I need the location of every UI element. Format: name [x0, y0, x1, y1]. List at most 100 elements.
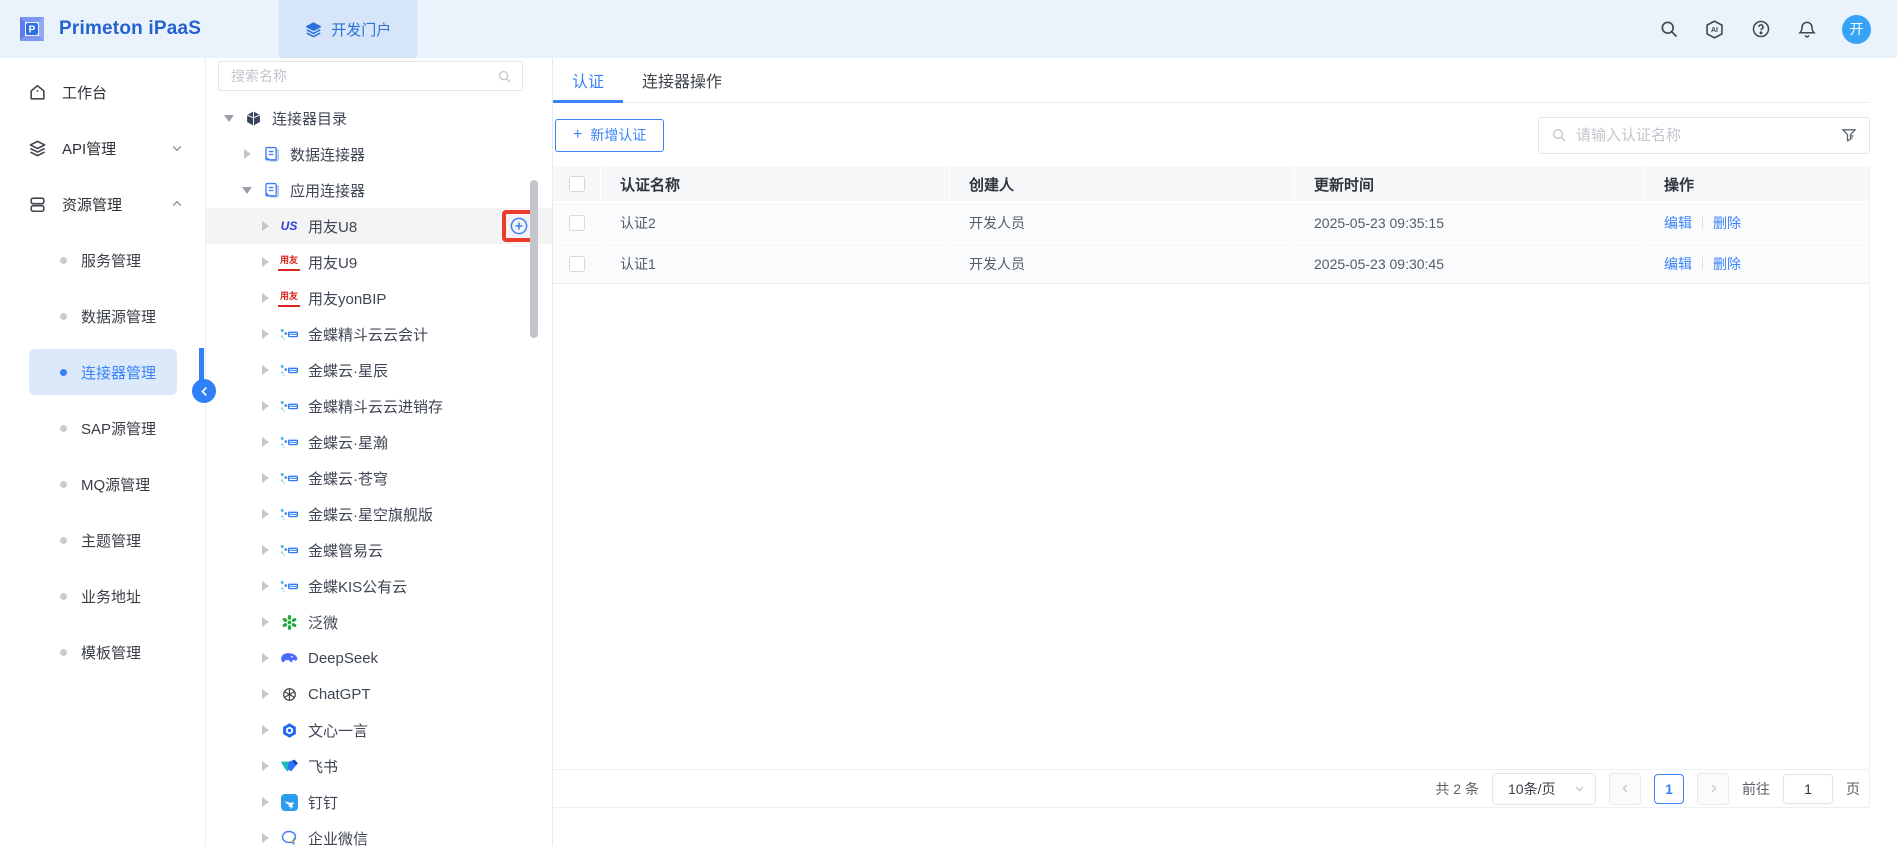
tree-item-kingdee-jinxiaocun[interactable]: 金蝶精斗云云进销存: [206, 388, 552, 424]
sidebar-item-business-address[interactable]: 业务地址: [0, 568, 205, 624]
delete-link[interactable]: 删除: [1713, 213, 1741, 233]
delete-link[interactable]: 删除: [1713, 254, 1741, 274]
goto-page-input[interactable]: [1783, 774, 1833, 804]
column-header-creator: 创建人: [950, 167, 1295, 201]
row-checkbox[interactable]: [569, 256, 585, 272]
tab-authentication[interactable]: 认证: [553, 58, 623, 102]
tab-dev-portal-label: 开发门户: [331, 19, 391, 40]
chevron-collapsed-icon[interactable]: [258, 545, 272, 555]
bullet-icon: [60, 537, 67, 544]
sidebar-subitem-label: 服务管理: [81, 250, 141, 271]
chevron-collapsed-icon[interactable]: [258, 797, 272, 807]
tree-item-kingdee-xingkong-qijianban[interactable]: 金蝶云·星空旗舰版: [206, 496, 552, 532]
chevron-collapsed-icon[interactable]: [258, 329, 272, 339]
auth-search-input[interactable]: [1576, 127, 1832, 144]
chatgpt-logo-icon: [278, 685, 300, 703]
search-icon[interactable]: [1658, 19, 1679, 40]
tree-item-yonyou-u9[interactable]: 用友 用友U9: [206, 244, 552, 280]
chevron-collapsed-icon[interactable]: [258, 509, 272, 519]
sidebar-subitem-label: 主题管理: [81, 530, 141, 551]
chevron-collapsed-icon[interactable]: [258, 761, 272, 771]
tree-item-data-connectors[interactable]: 数据连接器: [206, 136, 552, 172]
kingdee-logo-icon: [278, 433, 300, 451]
sidebar-item-datasource-management[interactable]: 数据源管理: [0, 288, 205, 344]
tree-item-app-connectors[interactable]: 应用连接器: [206, 172, 552, 208]
sidebar-item-api-management[interactable]: API管理: [0, 120, 205, 176]
tree-item-kingdee-xingchen[interactable]: 金蝶云·星辰: [206, 352, 552, 388]
tree-item-chatgpt[interactable]: ChatGPT: [206, 676, 552, 712]
tree-item-yonyou-u8[interactable]: US 用友U8: [206, 208, 552, 244]
tree-item-yonyou-yonbip[interactable]: 用友 用友yonBIP: [206, 280, 552, 316]
sidebar-item-template-management[interactable]: 模板管理: [0, 624, 205, 680]
chevron-collapsed-icon[interactable]: [258, 581, 272, 591]
kingdee-logo-icon: [278, 541, 300, 559]
chevron-collapsed-icon[interactable]: [240, 149, 254, 159]
user-avatar[interactable]: 开: [1842, 15, 1871, 44]
chevron-collapsed-icon[interactable]: [258, 473, 272, 483]
connector-doc-icon: [260, 145, 282, 163]
sidebar-subitem-label: MQ源管理: [81, 474, 150, 495]
chevron-collapsed-icon[interactable]: [258, 401, 272, 411]
tree-item-kingdee-jingdouyun-kuaiji[interactable]: 金蝶精斗云云会计: [206, 316, 552, 352]
app-header: P Primeton iPaaS 开发门户 AI 开: [0, 0, 1897, 58]
search-icon[interactable]: [497, 69, 512, 84]
sidebar-item-topic-management[interactable]: 主题管理: [0, 512, 205, 568]
edit-link[interactable]: 编辑: [1664, 213, 1692, 233]
cell-updated: 2025-05-23 09:35:15: [1295, 201, 1645, 242]
chevron-collapsed-icon[interactable]: [258, 617, 272, 627]
select-all-checkbox[interactable]: [569, 176, 585, 192]
tree-item-weaver[interactable]: 泛微: [206, 604, 552, 640]
sidebar-item-sap-source-management[interactable]: SAP源管理: [0, 400, 205, 456]
chevron-collapsed-icon[interactable]: [258, 653, 272, 663]
bullet-icon: [60, 257, 67, 264]
home-icon: [28, 83, 47, 102]
tree-search-input[interactable]: [231, 68, 489, 84]
tree-item-dingtalk[interactable]: 钉钉: [206, 784, 552, 820]
tab-connector-operations[interactable]: 连接器操作: [623, 58, 741, 102]
chevron-expanded-icon[interactable]: [240, 187, 254, 194]
next-page-button[interactable]: [1697, 773, 1729, 805]
page-size-select[interactable]: 10条/页: [1492, 773, 1596, 805]
column-header-actions: 操作: [1645, 167, 1869, 201]
row-checkbox[interactable]: [569, 215, 585, 231]
current-page-button[interactable]: 1: [1654, 774, 1684, 804]
tab-dev-portal[interactable]: 开发门户: [279, 0, 417, 58]
collapse-panel-button[interactable]: [192, 379, 216, 403]
chevron-collapsed-icon[interactable]: [258, 221, 272, 231]
sidebar-item-service-management[interactable]: 服务管理: [0, 232, 205, 288]
chevron-collapsed-icon[interactable]: [258, 257, 272, 267]
chevron-collapsed-icon[interactable]: [258, 437, 272, 447]
tree-item-wecom[interactable]: 企业微信: [206, 820, 552, 846]
sidebar-item-workbench[interactable]: 工作台: [0, 64, 205, 120]
sidebar-item-label: API管理: [62, 138, 116, 159]
chevron-collapsed-icon[interactable]: [258, 689, 272, 699]
filter-funnel-icon[interactable]: [1841, 127, 1857, 143]
cell-creator: 开发人员: [950, 242, 1295, 283]
chevron-expanded-icon[interactable]: [222, 115, 236, 122]
notification-bell-icon[interactable]: [1796, 19, 1817, 40]
chevron-collapsed-icon[interactable]: [258, 365, 272, 375]
help-icon[interactable]: [1750, 19, 1771, 40]
tree-item-connector-catalog[interactable]: 连接器目录: [206, 100, 552, 136]
tree-scrollbar-thumb[interactable]: [530, 180, 538, 338]
tree-item-wenxin-yiyan[interactable]: 文心一言: [206, 712, 552, 748]
prev-page-button[interactable]: [1609, 773, 1641, 805]
tree-item-kingdee-xinghan[interactable]: 金蝶云·星瀚: [206, 424, 552, 460]
sidebar-item-resource-management[interactable]: 资源管理: [0, 176, 205, 232]
catalog-cube-icon: [242, 109, 264, 127]
tree-item-kingdee-cangqiong[interactable]: 金蝶云·苍穹: [206, 460, 552, 496]
tree-item-kingdee-kis-public-cloud[interactable]: 金蝶KIS公有云: [206, 568, 552, 604]
edit-link[interactable]: 编辑: [1664, 254, 1692, 274]
sidebar-item-mq-source-management[interactable]: MQ源管理: [0, 456, 205, 512]
bullet-icon: [60, 425, 67, 432]
chevron-collapsed-icon[interactable]: [258, 725, 272, 735]
chevron-collapsed-icon[interactable]: [258, 833, 272, 843]
tree-item-deepseek[interactable]: DeepSeek: [206, 640, 552, 676]
add-connector-auth-button[interactable]: [509, 216, 529, 236]
chevron-collapsed-icon[interactable]: [258, 293, 272, 303]
add-auth-button[interactable]: + 新增认证: [555, 119, 664, 152]
tree-item-feishu[interactable]: 飞书: [206, 748, 552, 784]
sidebar-item-connector-management[interactable]: 连接器管理: [0, 344, 205, 400]
ai-assistant-icon[interactable]: AI: [1704, 19, 1725, 40]
tree-item-kingdee-guanyiyun[interactable]: 金蝶管易云: [206, 532, 552, 568]
